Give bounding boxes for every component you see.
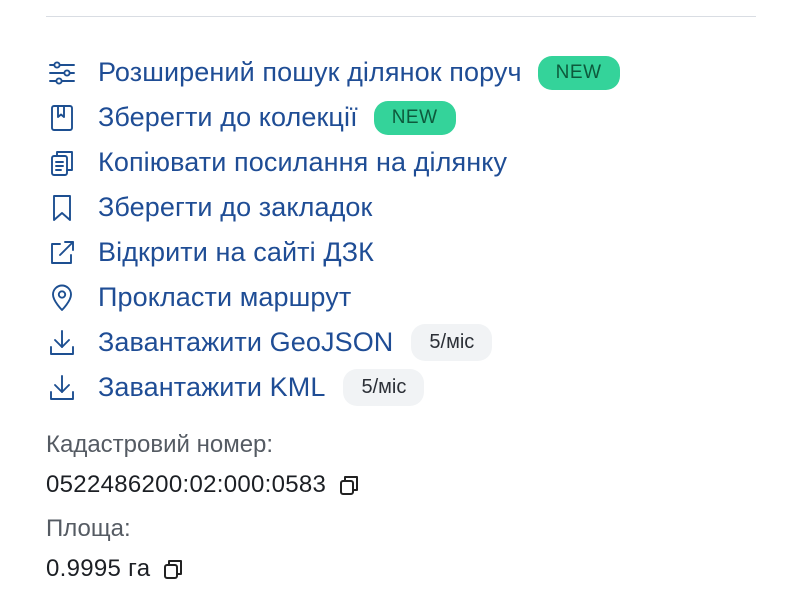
action-label: Прокласти маршрут [98, 282, 352, 312]
download-geojson-action[interactable]: Завантажити GeoJSON 5/міс [46, 320, 766, 365]
download-icon [46, 370, 82, 406]
book-icon [46, 100, 82, 136]
quota-badge: 5/міс [343, 369, 425, 406]
download-icon [46, 325, 82, 361]
action-label: Завантажити GeoJSON [98, 327, 394, 357]
quota-badge: 5/міс [411, 324, 493, 361]
new-badge: NEW [373, 100, 456, 135]
cadastral-number-value: 0522486200:02:000:0583 [46, 471, 327, 498]
advanced-search-nearby-action[interactable]: Розширений пошук ділянок поруч NEW [46, 50, 766, 95]
action-label: Зберегти до закладок [98, 192, 373, 222]
open-on-dzk-site-action[interactable]: Відкрити на сайті ДЗК [46, 230, 766, 275]
action-label: Розширений пошук ділянок поруч [98, 57, 522, 87]
action-label: Зберегти до колекції [98, 102, 358, 132]
build-route-action[interactable]: Прокласти маршрут [46, 275, 766, 320]
area-row: 0.9995 га [46, 546, 362, 592]
cadastral-number-label: Кадастровий номер: [46, 431, 274, 458]
parcel-info: Кадастровий номер: 0522486200:02:000:058… [46, 428, 362, 596]
copy-icon[interactable] [160, 556, 186, 582]
area-value: 0.9995 га [46, 555, 151, 582]
external-link-icon [46, 235, 82, 271]
copy-link-icon [46, 145, 82, 181]
action-label: Копіювати посилання на ділянку [98, 147, 508, 177]
action-list: Розширений пошук ділянок поруч NEW Збере… [46, 50, 766, 410]
new-badge: NEW [537, 55, 620, 90]
sliders-icon [46, 55, 82, 91]
bookmark-icon [46, 190, 82, 226]
parcel-details-panel: Розширений пошук ділянок поруч NEW Збере… [0, 0, 800, 600]
save-to-bookmarks-action[interactable]: Зберегти до закладок [46, 185, 766, 230]
copy-parcel-link-action[interactable]: Копіювати посилання на ділянку [46, 140, 766, 185]
cadastral-number-row: 0522486200:02:000:0583 [46, 462, 362, 508]
download-kml-action[interactable]: Завантажити KML 5/міс [46, 365, 766, 410]
action-label: Завантажити KML [98, 372, 326, 402]
map-pin-icon [46, 280, 82, 316]
area-label: Площа: [46, 515, 131, 542]
top-divider [46, 16, 756, 17]
save-to-collection-action[interactable]: Зберегти до колекції NEW [46, 95, 766, 140]
copy-icon[interactable] [336, 472, 362, 498]
action-label: Відкрити на сайті ДЗК [98, 237, 374, 267]
